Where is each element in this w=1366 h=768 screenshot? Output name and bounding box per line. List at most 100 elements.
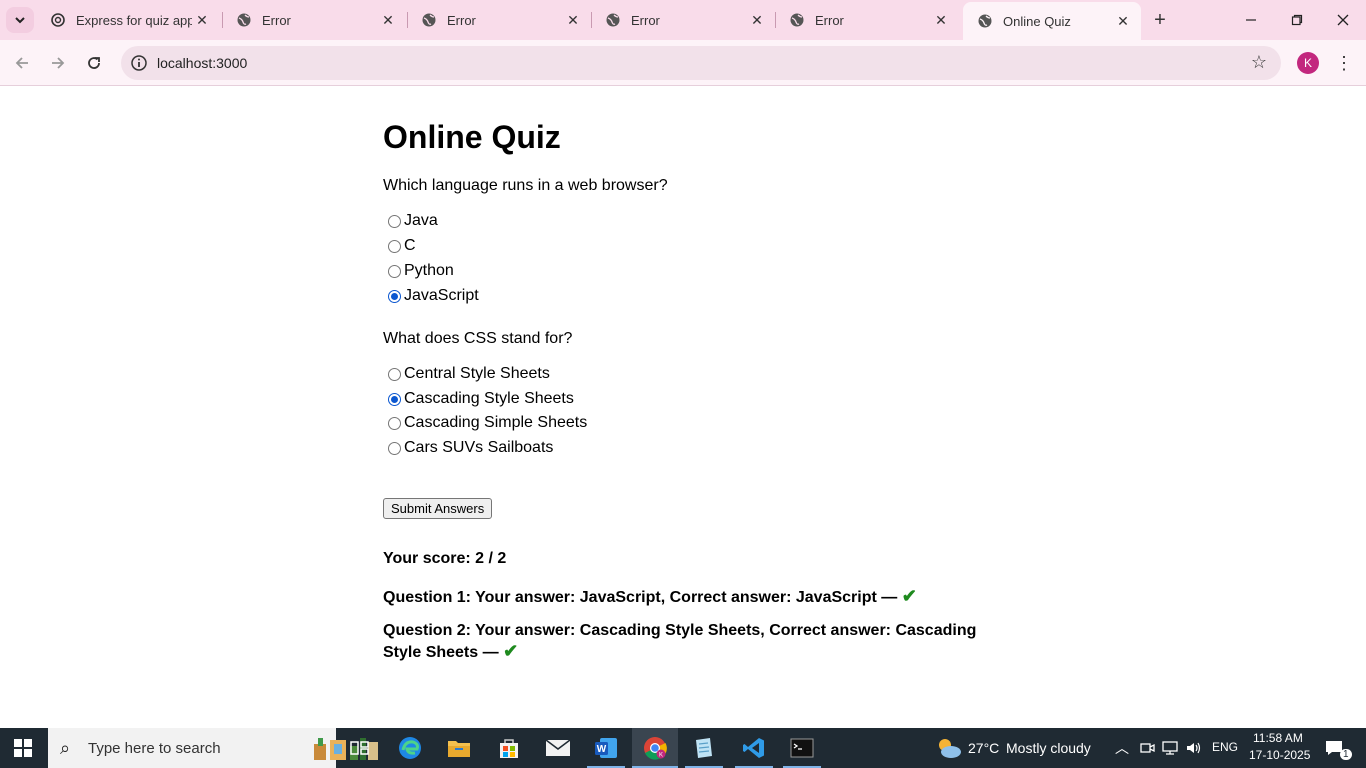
q1-option-java[interactable]: Java (388, 211, 438, 231)
svg-text:W: W (597, 744, 607, 755)
close-icon[interactable]: ✕ (192, 10, 212, 30)
chevron-down-icon (15, 17, 25, 24)
new-tab-button[interactable]: + (1148, 8, 1172, 32)
q2-option-cascading-style[interactable]: Cascading Style Sheets (388, 389, 574, 409)
radio-button-checked[interactable] (388, 392, 401, 406)
page-title: Online Quiz (383, 119, 561, 155)
mail-icon[interactable] (544, 734, 572, 762)
search-placeholder: Type here to search (88, 740, 221, 757)
search-icon: ⌕ (60, 738, 71, 758)
close-icon[interactable]: ✕ (378, 10, 398, 30)
result-question-2: Question 2: Your answer: Cascading Style… (383, 620, 983, 663)
result-question-1: Question 1: Your answer: JavaScript, Cor… (383, 586, 983, 608)
tab-title: Error (447, 12, 476, 28)
edge-icon[interactable] (396, 734, 424, 762)
option-label: JavaScript (404, 287, 479, 304)
tab-search-button[interactable] (6, 7, 34, 33)
radio-button[interactable] (388, 416, 401, 430)
globe-icon (978, 14, 992, 28)
restore-button[interactable] (1274, 0, 1320, 40)
reload-button[interactable] (79, 48, 109, 78)
taskbar-search[interactable]: ⌕ Type here to search (48, 728, 378, 768)
minimize-button[interactable] (1228, 0, 1274, 40)
language-indicator[interactable]: ENG (1212, 740, 1238, 754)
network-icon[interactable] (1161, 740, 1179, 756)
close-icon[interactable]: ✕ (1113, 11, 1133, 31)
q1-option-c[interactable]: C (388, 236, 416, 256)
radio-button[interactable] (388, 239, 401, 253)
tab-strip: Express for quiz app ✕ Error ✕ Error ✕ E… (0, 0, 1366, 40)
tab-error-1[interactable]: Error ✕ (222, 0, 406, 40)
browser-menu-icon[interactable]: ⋮ (1334, 50, 1354, 76)
openai-icon (51, 13, 65, 27)
option-label: Cascading Simple Sheets (404, 414, 588, 431)
notification-count: 1 (1340, 749, 1352, 760)
check-icon: ✔ (901, 586, 917, 606)
notepad-icon[interactable] (690, 734, 718, 762)
option-label: Cascading Style Sheets (404, 390, 574, 407)
back-button[interactable] (7, 48, 37, 78)
submit-answers-button[interactable]: Submit Answers (383, 498, 493, 519)
chrome-icon[interactable]: K (632, 728, 678, 768)
clock-date[interactable]: 17-10-2025 (1249, 748, 1310, 762)
profile-avatar[interactable]: K (1297, 52, 1319, 74)
show-hidden-icons-icon[interactable]: ︿ (1115, 738, 1129, 758)
clock-time[interactable]: 11:58 AM (1253, 731, 1303, 745)
close-icon[interactable]: ✕ (931, 10, 951, 30)
bookmark-star-icon[interactable]: ☆ (1251, 52, 1267, 73)
terminal-icon[interactable] (788, 734, 816, 762)
store-icon[interactable] (495, 734, 523, 762)
globe-icon (790, 13, 804, 27)
task-view-icon[interactable] (346, 734, 374, 762)
vscode-icon[interactable] (740, 734, 768, 762)
arrow-right-icon (52, 57, 65, 69)
tab-error-4[interactable]: Error ✕ (775, 0, 959, 40)
address-bar[interactable]: localhost:3000 ☆ (121, 46, 1281, 80)
close-icon[interactable]: ✕ (747, 10, 767, 30)
url-text[interactable]: localhost:3000 (157, 55, 247, 71)
weather-temp[interactable]: 27°C (968, 740, 999, 756)
plus-icon: + (1154, 8, 1166, 31)
file-explorer-icon[interactable] (445, 734, 473, 762)
taskbar: ⌕ Type here to search W K 27°C Mostly cl… (0, 728, 1366, 768)
weather-desc[interactable]: Mostly cloudy (1006, 740, 1091, 756)
weather-cloudy-icon[interactable] (934, 736, 964, 760)
tab-title: Error (262, 12, 291, 28)
arrow-left-icon (15, 57, 28, 69)
globe-icon (606, 13, 620, 27)
radio-button-checked[interactable] (388, 289, 401, 303)
q2-option-central[interactable]: Central Style Sheets (388, 364, 550, 384)
forward-button[interactable] (43, 48, 73, 78)
close-icon[interactable]: ✕ (563, 10, 583, 30)
q1-option-python[interactable]: Python (388, 261, 454, 281)
result-text: Question 1: Your answer: JavaScript, Cor… (383, 589, 898, 606)
tab-error-2[interactable]: Error ✕ (407, 0, 591, 40)
option-label: Cars SUVs Sailboats (404, 439, 554, 456)
radio-button[interactable] (388, 264, 401, 278)
browser-toolbar: localhost:3000 ☆ (0, 40, 1366, 86)
radio-button[interactable] (388, 367, 401, 381)
restore-icon (1291, 14, 1303, 26)
question-1-text: Which language runs in a web browser? (383, 177, 668, 194)
close-icon (1337, 14, 1349, 26)
q1-option-javascript[interactable]: JavaScript (388, 286, 479, 306)
reload-icon (88, 57, 100, 69)
radio-button[interactable] (388, 441, 401, 455)
globe-icon (237, 13, 251, 27)
tab-online-quiz[interactable]: Online Quiz ✕ (963, 2, 1141, 40)
meet-now-icon[interactable] (1139, 740, 1155, 756)
volume-icon[interactable] (1185, 740, 1203, 756)
tab-express-quiz[interactable]: Express for quiz app ✕ (36, 0, 220, 40)
question-2-text: What does CSS stand for? (383, 330, 573, 347)
word-icon[interactable]: W (592, 734, 620, 762)
tab-error-3[interactable]: Error ✕ (591, 0, 775, 40)
radio-button[interactable] (388, 214, 401, 228)
windows-start-icon[interactable] (14, 739, 32, 757)
score-text: Your score: 2 / 2 (383, 550, 507, 567)
minimize-icon (1246, 19, 1256, 21)
close-window-button[interactable] (1320, 0, 1366, 40)
site-info-icon[interactable] (129, 53, 149, 73)
q2-option-cars[interactable]: Cars SUVs Sailboats (388, 438, 553, 458)
tab-title: Error (631, 12, 660, 28)
q2-option-cascading-simple[interactable]: Cascading Simple Sheets (388, 413, 587, 433)
